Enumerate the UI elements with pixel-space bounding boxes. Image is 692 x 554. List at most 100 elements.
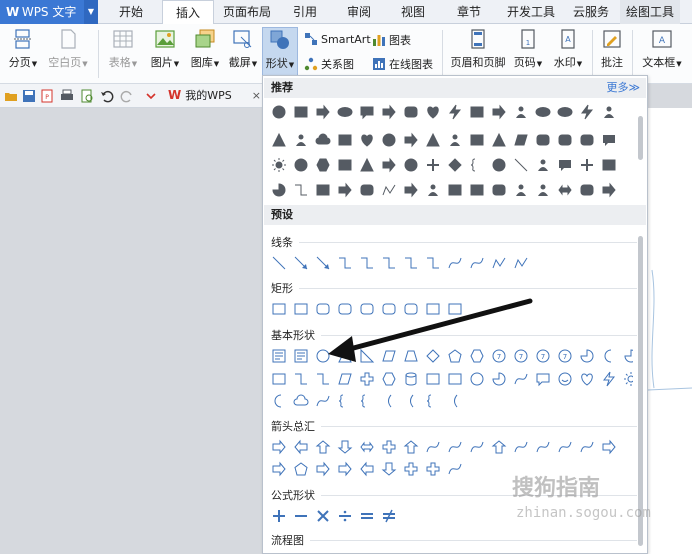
close-icon[interactable]: × [252,89,261,102]
shape-circle-icon[interactable] [382,133,396,147]
shape-circle-icon[interactable] [492,158,506,172]
shape-rect-icon[interactable] [272,303,286,315]
shape-pie-icon[interactable] [624,349,633,363]
tab-page-layout[interactable]: 页面布局 [218,0,276,24]
shape-bubble-icon[interactable] [536,373,550,387]
shape-rtri-icon[interactable] [360,348,375,363]
tab-cloud-service[interactable]: 云服务 [566,0,616,24]
shape-ellipse-icon[interactable] [557,107,573,117]
shape-heart-icon[interactable] [427,106,439,119]
open-folder-icon[interactable] [4,89,18,103]
tab-review[interactable]: 审阅 [336,0,382,24]
shape-person-icon[interactable] [538,184,548,197]
shape-round-icon[interactable] [404,303,418,315]
shape-elbow-icon[interactable] [405,257,417,269]
shape-brace-icon[interactable] [338,394,344,408]
shape-arrowU-icon[interactable] [491,440,507,454]
shape-arrowR-icon[interactable] [382,104,396,120]
print-preview-icon[interactable] [80,89,94,103]
shape-bolt-icon[interactable] [603,371,616,387]
shape-hex-icon[interactable] [470,349,484,363]
shape-ellipse-icon[interactable] [337,107,353,117]
shape-rect-icon[interactable] [316,184,330,196]
shape-minus-icon[interactable] [295,515,307,517]
recommended-shapes-row-1[interactable] [269,102,629,122]
shape-rect-icon[interactable] [338,134,352,146]
shape-rect-icon[interactable] [338,159,352,171]
shape-line-icon[interactable] [514,158,528,172]
shape-free-icon[interactable] [514,257,528,269]
shape-arrowR-icon[interactable] [492,104,506,120]
doc-tab-my-wps[interactable]: W 我的WPS × [168,87,261,103]
shape-pie-icon[interactable] [580,349,594,363]
shape-para-icon[interactable] [338,373,352,385]
shape-pie-icon[interactable] [492,372,506,386]
shape-rect-icon[interactable] [470,134,484,146]
shape-elbow-icon[interactable] [295,184,307,196]
shape-rect-icon[interactable] [448,373,462,385]
recommended-shapes-row-3[interactable] [269,155,629,175]
shape-person-icon[interactable] [604,106,614,119]
shape-num-icon[interactable]: 7 [514,349,528,363]
shape-round-icon[interactable] [558,134,572,146]
shape-round-icon[interactable] [382,303,396,315]
shape-person-icon[interactable] [516,106,526,119]
shape-curve-icon[interactable] [514,441,528,453]
shape-moon-icon[interactable] [604,349,612,363]
shape-heart-icon[interactable] [581,373,593,386]
comment-button[interactable]: 批注 [598,28,626,70]
shape-arrowR-icon[interactable] [404,132,418,148]
shape-person-icon[interactable] [538,159,548,172]
shape-line-icon[interactable] [272,256,286,270]
shape-curve-icon[interactable] [316,395,330,407]
presets-scrollbar[interactable] [638,236,643,546]
shape-arrowLR-icon[interactable] [360,441,374,453]
recommended-shapes-row-4[interactable] [269,180,629,200]
shape-elbow-icon[interactable] [317,373,329,385]
shape-curve-icon[interactable] [448,257,462,269]
shape-arrowR-icon[interactable] [602,439,616,455]
print-icon[interactable] [60,89,74,103]
shape-cross-icon[interactable] [404,462,418,476]
tab-view[interactable]: 视图 [390,0,436,24]
shape-circle-icon[interactable] [470,372,484,386]
shape-round-icon[interactable] [580,134,594,146]
shapes-button[interactable]: 形状▼ [262,27,298,77]
picture-button[interactable]: 图片▼ [146,28,184,70]
shape-cross-icon[interactable] [426,462,440,476]
shape-curve-icon[interactable] [426,441,440,453]
shape-curve-icon[interactable] [580,441,594,453]
shape-plus-icon[interactable] [581,159,593,171]
tab-home[interactable]: 开始 [106,0,156,24]
shape-arrowR-icon[interactable] [272,439,286,455]
shape-round-icon[interactable] [360,303,374,315]
chart-button[interactable]: 图表 [372,32,411,48]
relation-map-button[interactable]: 关系图 [304,56,354,72]
blank-page-button[interactable]: 空白页▼ [46,28,90,70]
shape-sun-icon[interactable] [624,372,633,386]
shape-brace-icon[interactable] [360,394,366,408]
shape-para-icon[interactable] [514,134,528,146]
shape-round-icon[interactable] [338,303,352,315]
shape-tri-icon[interactable] [360,157,374,172]
shape-moon-icon[interactable] [274,394,282,408]
shape-free-icon[interactable] [492,257,506,269]
more-link[interactable]: 更多≫ [606,78,640,98]
export-pdf-icon[interactable]: P [40,89,54,103]
shape-trap-icon[interactable] [404,350,418,362]
shape-para-icon[interactable] [382,350,396,362]
shape-person-icon[interactable] [296,134,306,147]
shape-arrowR-icon[interactable] [316,461,330,477]
shape-round-icon[interactable] [580,184,594,196]
shape-arrowLR-icon[interactable] [558,184,572,196]
shape-diamond-icon[interactable] [448,158,462,172]
shape-num-icon[interactable]: 7 [558,349,572,363]
shape-curve-icon[interactable] [448,441,462,453]
shape-curve-icon[interactable] [536,441,550,453]
shape-arrowR-icon[interactable] [404,182,418,198]
shape-rect-icon[interactable] [470,184,484,196]
shape-bolt-icon[interactable] [581,104,594,120]
shape-linearr-icon[interactable] [316,256,330,270]
screenshot-button[interactable]: 截屏▼ [226,28,260,70]
shape-equal-icon[interactable] [361,513,373,519]
